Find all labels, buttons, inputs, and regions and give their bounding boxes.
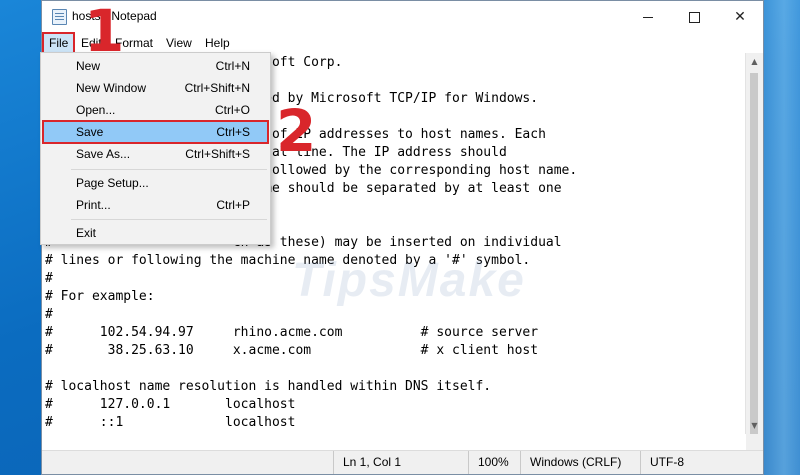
status-zoom: 100% — [468, 451, 520, 474]
menu-item-new-window[interactable]: New Window Ctrl+Shift+N — [43, 77, 268, 99]
vertical-scrollbar[interactable]: ▲ ▼ — [745, 53, 763, 453]
scroll-thumb[interactable] — [750, 73, 758, 453]
close-icon: ✕ — [734, 9, 746, 25]
close-button[interactable]: ✕ — [717, 1, 763, 33]
menu-item-shortcut: Ctrl+Shift+S — [185, 147, 250, 161]
menu-item-new[interactable]: New Ctrl+N — [43, 55, 268, 77]
maximize-icon — [688, 11, 700, 23]
menu-item-open[interactable]: Open... Ctrl+O — [43, 99, 268, 121]
menu-item-label: Exit — [76, 226, 97, 240]
editor-line: # For example: — [45, 289, 155, 304]
menu-item-exit[interactable]: Exit — [43, 222, 268, 244]
editor-line: # 102.54.94.97 rhino.acme.com # source s… — [45, 325, 539, 340]
scroll-up-icon[interactable]: ▲ — [746, 53, 763, 70]
maximize-button[interactable] — [671, 1, 717, 33]
menu-item-print[interactable]: Print... Ctrl+P — [43, 194, 268, 216]
editor-line: # — [45, 307, 53, 322]
menu-item-shortcut: Ctrl+N — [215, 59, 250, 73]
title-bar[interactable]: hosts - Notepad ✕ — [42, 1, 763, 33]
menu-item-page-setup[interactable]: Page Setup... — [43, 172, 268, 194]
menu-item-save-as[interactable]: Save As... Ctrl+Shift+S — [43, 143, 268, 165]
menu-separator — [71, 169, 267, 170]
menu-item-shortcut: Ctrl+Shift+N — [184, 81, 250, 95]
menu-bar: File Edit Format View Help — [41, 32, 763, 54]
watermark-logo: TipsMake — [292, 254, 526, 307]
menu-item-shortcut: Ctrl+O — [214, 103, 250, 117]
editor-line: # — [45, 271, 53, 286]
menu-separator — [71, 219, 267, 220]
scroll-corner — [746, 434, 763, 451]
menu-item-label: Save — [76, 125, 104, 139]
menu-item-save[interactable]: Save Ctrl+S — [42, 120, 269, 144]
step-2-callout: 2 — [276, 97, 317, 165]
editor-line: # localhost name resolution is handled w… — [45, 379, 492, 394]
notepad-app-icon — [52, 9, 67, 25]
file-menu-dropdown: New Ctrl+N New Window Ctrl+Shift+N Open.… — [40, 52, 271, 245]
menu-item-label: Open... — [76, 103, 116, 117]
menu-item-shortcut: Ctrl+P — [216, 198, 250, 212]
menu-item-label: Page Setup... — [76, 176, 149, 190]
scroll-down-icon[interactable]: ▼ — [746, 417, 763, 434]
menu-item-label: Print... — [76, 198, 111, 212]
step-1-callout: 1 — [84, 0, 125, 65]
editor-line: # 127.0.0.1 localhost — [45, 397, 296, 412]
menu-item-label: Save As... — [76, 147, 131, 161]
menu-file[interactable]: File — [41, 32, 76, 54]
minimize-icon — [643, 16, 653, 18]
menu-item-label: New Window — [76, 81, 147, 95]
minimize-button[interactable] — [625, 1, 671, 33]
menu-item-shortcut: Ctrl+S — [216, 125, 250, 139]
menu-view[interactable]: View — [160, 33, 198, 53]
status-bar: Ln 1, Col 1 100% Windows (CRLF) UTF-8 — [42, 450, 763, 474]
menu-help[interactable]: Help — [199, 33, 236, 53]
editor-line: # ::1 localhost — [45, 415, 296, 430]
editor-line: # 38.25.63.10 x.acme.com # x client host — [45, 343, 539, 358]
status-cursor-position: Ln 1, Col 1 — [333, 451, 468, 474]
status-encoding: UTF-8 — [640, 451, 746, 474]
status-line-endings: Windows (CRLF) — [520, 451, 640, 474]
